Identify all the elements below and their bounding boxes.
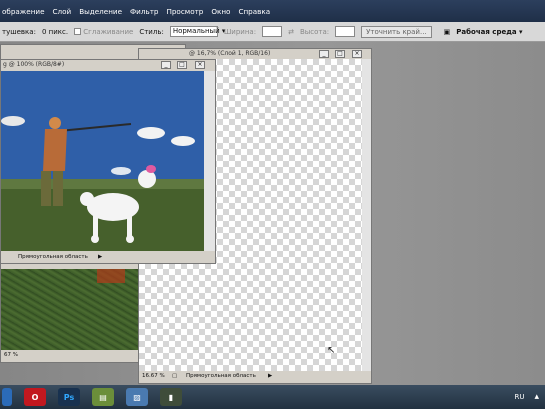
image-viewer-icon[interactable]: ▨ [126,388,148,406]
opera-icon[interactable]: O [24,388,46,406]
refine-edge-button[interactable]: Уточнить край... [361,25,432,38]
options-bar: тушевка: 0 пикс. Сглаживание Стиль: Норм… [0,22,545,42]
menu-select[interactable]: Выделение [79,7,122,16]
photo-status-bar: Прямоугольная область ▶ [1,252,215,263]
width-label: Ширина: [223,27,257,36]
camera-icon[interactable]: ▣ [444,28,451,36]
hunter-poodle-photo [1,71,204,251]
antialias-checkbox[interactable]: Сглаживание [74,28,133,36]
style-value: Нормальный [172,27,220,35]
minimize-icon[interactable]: _ [319,50,329,58]
canvas-status-text: Прямоугольная область [186,373,256,379]
close-icon[interactable]: × [352,50,362,58]
app-icon[interactable]: ▮ [160,388,182,406]
antialias-label: Сглаживание [83,27,134,36]
menu-help[interactable]: Справка [238,7,270,16]
close-icon[interactable]: × [195,61,205,69]
style-label: Стиль: [139,27,164,36]
canvas-status-bar: 16.67 % ▢ Прямоугольная область ▶ [139,371,371,382]
height-input[interactable] [335,26,356,37]
width-input[interactable] [262,26,283,37]
taskbar: O Ps ▤ ▨ ▮ RU ▴ [0,385,545,409]
photoshop-label: Ps [63,392,75,402]
folder-icon[interactable]: ▤ [92,388,114,406]
height-label: Высота: [299,27,330,36]
photo-image[interactable] [1,71,204,251]
status-icon: ▢ [172,373,178,379]
menu-layer[interactable]: Слой [53,7,72,16]
menu-filter[interactable]: Фильтр [130,7,158,16]
status-arrow-icon[interactable]: ▶ [98,252,102,263]
status-arrow-icon[interactable]: ▶ [268,371,272,382]
menu-window[interactable]: Окно [211,7,230,16]
minimize-icon[interactable]: _ [161,61,171,69]
style-select[interactable]: Нормальный ▾ [169,26,225,37]
mouse-cursor-icon: ↖ [327,345,336,356]
canvas-zoom-readout[interactable]: 16.67 % [142,371,172,382]
photoshop-icon[interactable]: Ps [58,388,80,406]
maximize-icon[interactable]: □ [335,50,345,58]
status-spacer [4,252,18,263]
menu-image[interactable]: ображение [2,7,45,16]
photo-vertical-scrollbar[interactable] [204,71,215,251]
red-object-image [97,269,125,283]
maximize-icon[interactable]: □ [177,61,187,69]
feather-label: тушевка: [2,27,36,36]
swap-icon[interactable]: ⇄ [288,28,294,36]
workspace-button[interactable]: Рабочая среда ▾ [456,28,522,36]
workspace-label: Рабочая среда [456,27,517,36]
back-zoom-readout[interactable]: 67 % [4,352,18,358]
photo-document-window[interactable]: g @ 100% (RGB/8#) _ □ × Прямоугольная об… [0,59,216,264]
feather-value[interactable]: 0 пикс. [42,28,68,36]
language-indicator[interactable]: RU [514,393,524,401]
tray-icon[interactable]: ▴ [534,392,539,402]
photo-status-text: Прямоугольная область [18,254,88,260]
vertical-scrollbar[interactable] [362,59,371,371]
menu-bar: ображение Слой Выделение Фильтр Просмотр… [0,0,545,22]
start-icon[interactable] [2,388,12,406]
menu-view[interactable]: Просмотр [166,7,203,16]
